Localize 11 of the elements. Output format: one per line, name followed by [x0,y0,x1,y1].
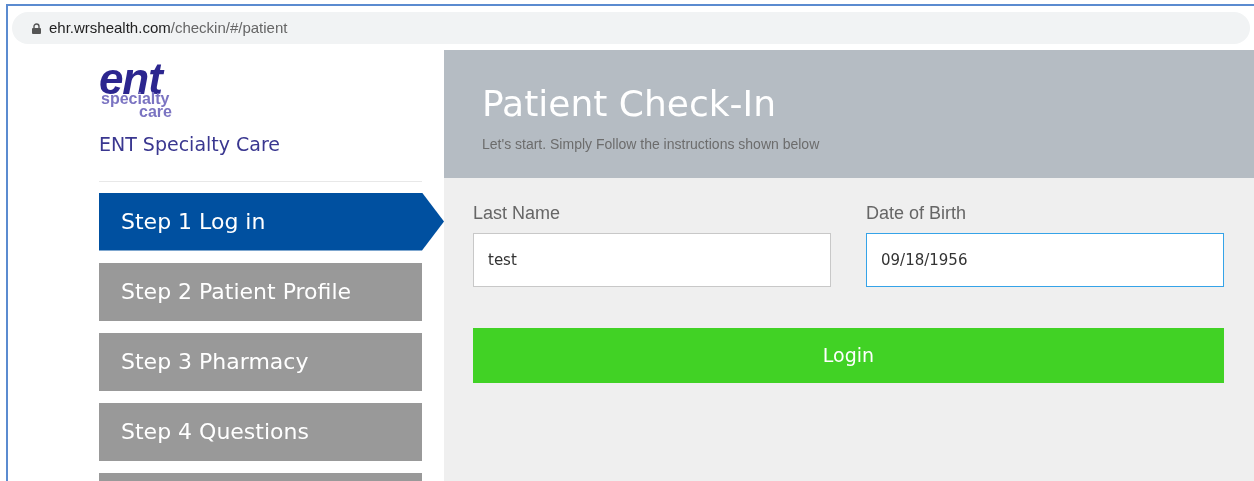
page-subtitle: Let's start. Simply Follow the instructions shown below [482,135,820,154]
step-tab[interactable]: Step 1 Log in [99,192,444,251]
page-title: Patient Check-In [482,82,776,126]
lock-icon [32,22,41,34]
input-field[interactable]: 09/18/1956 [866,233,1224,287]
url-text: ehr.wrshealth.com/checkin/#/patient [49,17,288,38]
field-label: Last Name [473,202,561,225]
practice-name: ENT Specialty Care [99,132,282,157]
input-field[interactable]: test [473,233,831,287]
address-bar[interactable]: ehr.wrshealth.com/checkin/#/patient [12,12,1250,44]
field-label: Date of Birth [866,202,967,225]
